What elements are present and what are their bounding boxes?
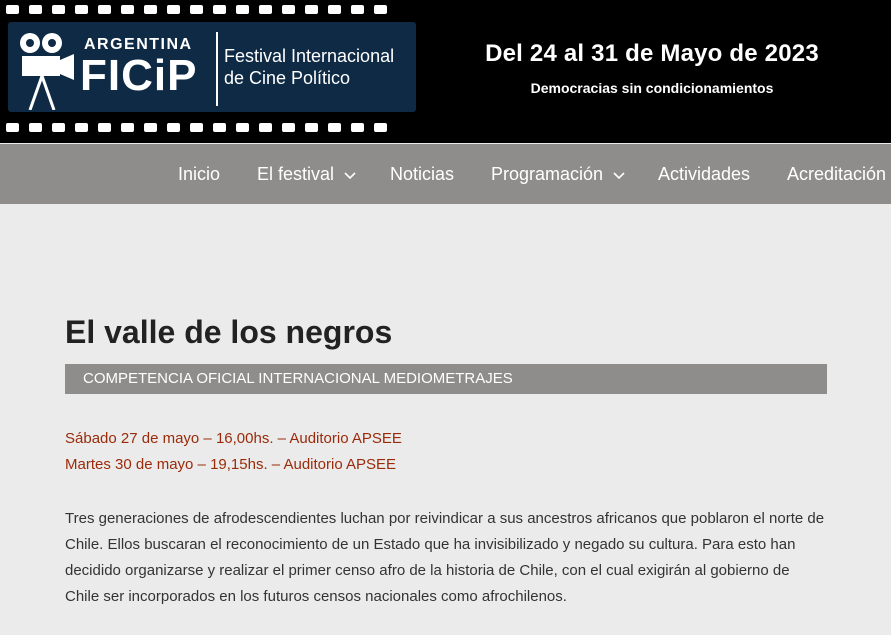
film-strip-bottom (0, 121, 418, 135)
nav-item-actividades[interactable]: Actividades (658, 164, 750, 185)
category-label: COMPETENCIA OFICIAL INTERNACIONAL MEDIOM… (83, 370, 513, 387)
nav-item-label: Programación (491, 164, 604, 184)
logo-name: FICiP (80, 51, 198, 100)
nav-item-el-festival[interactable]: El festival (257, 164, 356, 185)
nav-item-inicio[interactable]: Inicio (178, 164, 220, 185)
festival-tagline: Democracias sin condicionamientos (530, 80, 774, 96)
site-logo[interactable]: ARGENTINA FICiP Festival Internacional d… (0, 0, 418, 142)
nav-item-label: Actividades (658, 164, 751, 184)
category-banner: COMPETENCIA OFICIAL INTERNACIONAL MEDIOM… (65, 364, 827, 394)
site-header: ARGENTINA FICiP Festival Internacional d… (0, 0, 891, 143)
nav-item-label: Inicio (178, 164, 221, 184)
film-strip-top (0, 3, 418, 17)
page-title: El valle de los negros (65, 314, 393, 350)
nav-item-label: El festival (257, 164, 335, 184)
chevron-down-icon (344, 171, 356, 179)
nav-item-noticias[interactable]: Noticias (390, 164, 454, 185)
logo-separator (216, 32, 218, 106)
logo-tagline-line2: de Cine Político (224, 68, 351, 88)
nav-item-programacion[interactable]: Programación (491, 164, 625, 185)
screening-item: Sábado 27 de mayo – 16,00hs. – Auditorio… (65, 430, 402, 447)
film-description: Tres generaciones de afrodescendientes l… (65, 510, 825, 605)
nav-item-acreditacion[interactable]: Acreditación (787, 164, 886, 185)
nav-item-label: Noticias (390, 164, 455, 184)
film-camera-icon (20, 33, 74, 110)
festival-dates: Del 24 al 31 de Mayo de 2023 (485, 40, 819, 67)
logo-panel: ARGENTINA FICiP Festival Internacional d… (8, 22, 416, 112)
main-nav: Inicio El festival Noticias Programación… (0, 144, 891, 204)
chevron-down-icon (613, 171, 625, 179)
logo-tagline-line1: Festival Internacional (224, 46, 395, 66)
screening-item: Martes 30 de mayo – 19,15hs. – Auditorio… (65, 456, 397, 473)
nav-item-label: Acreditación (787, 164, 887, 184)
